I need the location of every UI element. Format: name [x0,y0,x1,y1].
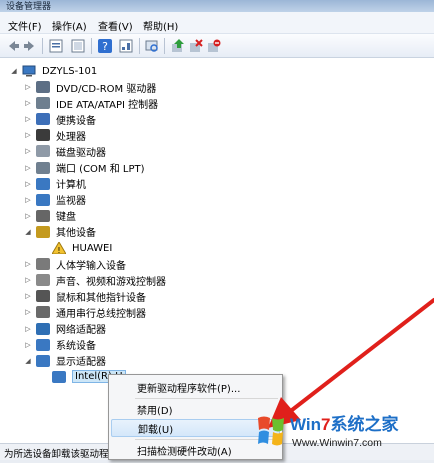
watermark: Win7系统之家 Www.Winwin7.com [252,404,434,460]
watermark-brand: Win7系统之家 [290,415,399,434]
red-arrow-annotation [268,298,434,428]
watermark-url: Www.Winwin7.com [292,437,382,449]
